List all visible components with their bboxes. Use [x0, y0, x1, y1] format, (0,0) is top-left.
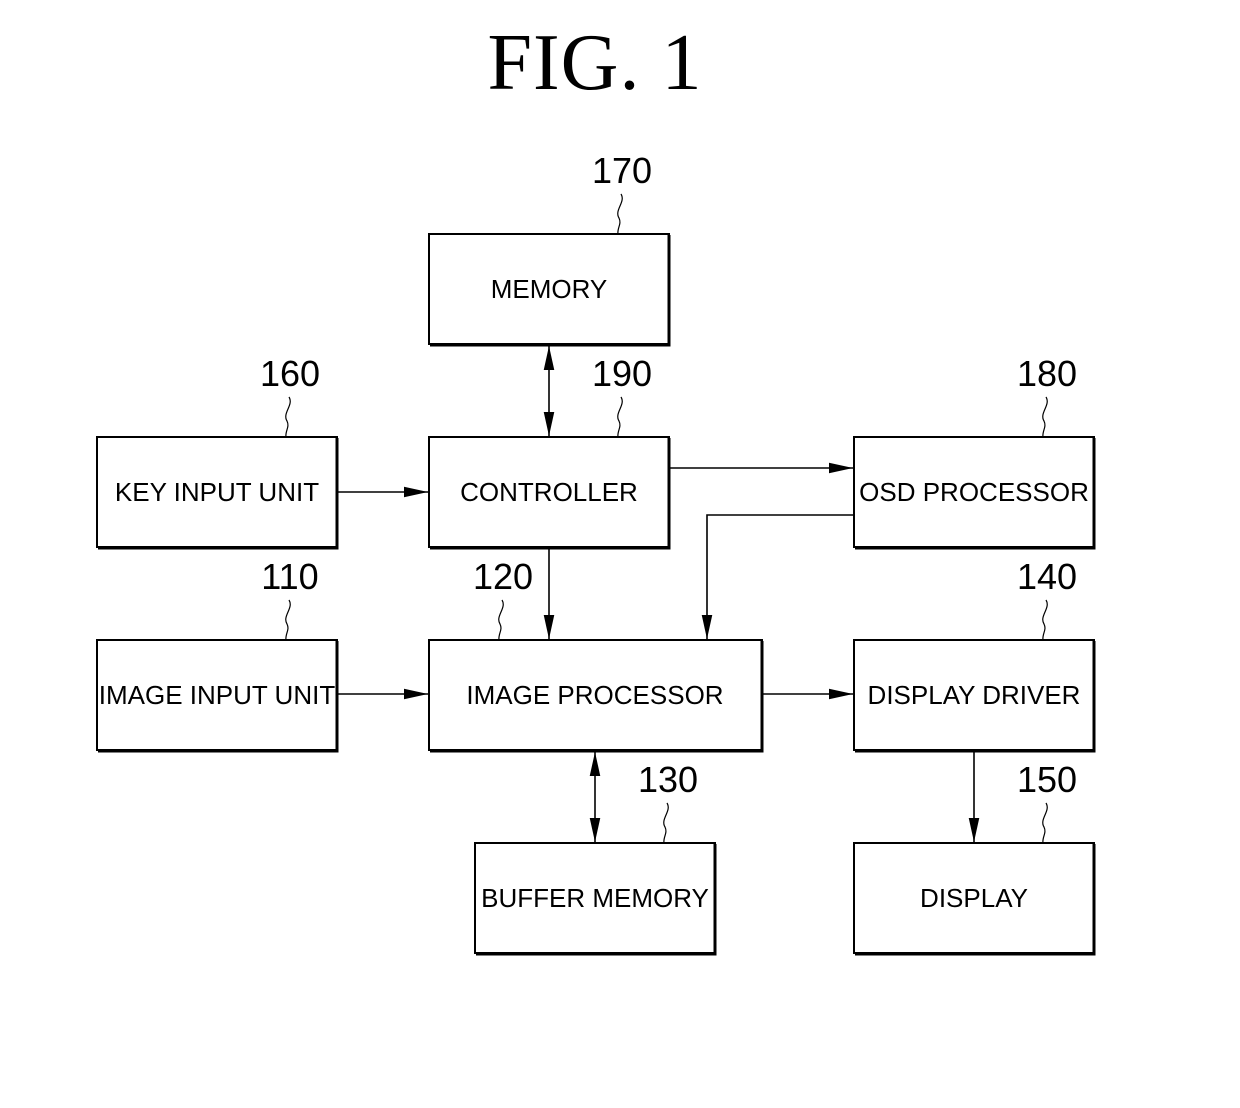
display-driver-label: DISPLAY DRIVER [868, 680, 1081, 710]
image-input-unit-ref-number: 110 [261, 556, 318, 597]
osd-processor-label: OSD PROCESSOR [859, 477, 1089, 507]
image-processor-block: IMAGE PROCESSOR 120 [428, 556, 764, 753]
image-input-unit-block: IMAGE INPUT UNIT 110 [96, 556, 339, 753]
memory-block: MEMORY 170 [428, 150, 671, 347]
image-processor-ref-number: 120 [473, 556, 533, 597]
image-input-unit-label: IMAGE INPUT UNIT [99, 680, 336, 710]
controller-leader-line [617, 396, 623, 438]
image-input-unit-leader-line [285, 599, 291, 641]
display-ref-number: 150 [1017, 759, 1077, 800]
osd-processor-block: OSD PROCESSOR 180 [853, 353, 1096, 550]
buffer-memory-ref-number: 130 [638, 759, 698, 800]
controller-ref-number: 190 [592, 353, 652, 394]
controller-label: CONTROLLER [460, 477, 638, 507]
buffer-memory-label: BUFFER MEMORY [481, 883, 709, 913]
block-diagram: MEMORY 170 CONTROLLER 190 KEY INPUT UNIT… [96, 150, 1096, 956]
image-processor-leader-line [498, 599, 504, 641]
display-driver-ref-number: 140 [1017, 556, 1077, 597]
key-input-unit-ref-number: 160 [260, 353, 320, 394]
buffer-memory-leader-line [663, 802, 669, 844]
memory-ref-number: 170 [592, 150, 652, 191]
osd-to-image-processor-arrow [701, 514, 854, 639]
key-input-unit-label: KEY INPUT UNIT [115, 477, 319, 507]
osd-processor-leader-line [1042, 396, 1048, 438]
memory-leader-line [617, 193, 623, 235]
display-leader-line [1042, 802, 1048, 844]
osd-processor-ref-number: 180 [1017, 353, 1077, 394]
image-processor-label: IMAGE PROCESSOR [466, 680, 723, 710]
key-input-unit-leader-line [285, 396, 291, 438]
display-driver-leader-line [1042, 599, 1048, 641]
display-label: DISPLAY [920, 883, 1028, 913]
memory-label: MEMORY [491, 274, 608, 304]
key-input-unit-block: KEY INPUT UNIT 160 [96, 353, 339, 550]
display-driver-block: DISPLAY DRIVER 140 [853, 556, 1096, 753]
